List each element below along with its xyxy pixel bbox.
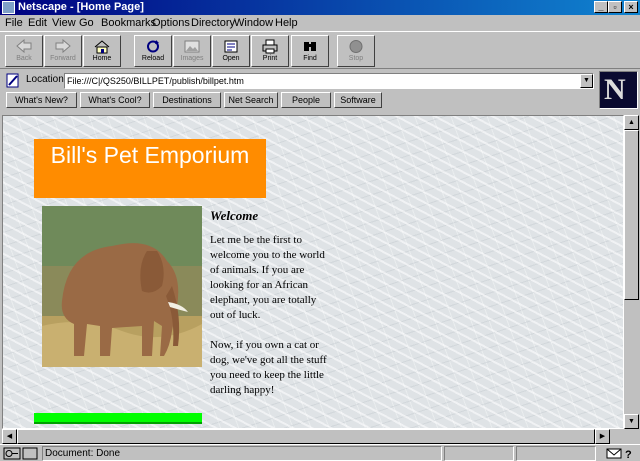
reload-icon xyxy=(147,40,159,53)
open-button[interactable]: Open xyxy=(212,35,250,67)
menu-window[interactable]: Window xyxy=(234,16,273,30)
page-content: Bill's Pet Emporium Welcome Let me be th… xyxy=(2,115,624,429)
menu-options[interactable]: Options xyxy=(152,16,190,30)
intro-paragraph: Let me be the first to welcome you to th… xyxy=(210,234,325,321)
title-bar: Netscape - [Home Page] _ ▫ × xyxy=(0,0,640,15)
menu-bookmarks[interactable]: Bookmarks xyxy=(101,16,156,30)
scroll-down-arrow-icon[interactable]: ▼ xyxy=(624,414,639,429)
status-text: Document: Done xyxy=(45,448,121,459)
binoculars-icon xyxy=(304,42,316,51)
back-arrow-icon xyxy=(16,39,32,54)
minimize-button[interactable]: _ xyxy=(594,1,608,13)
open-icon xyxy=(224,40,238,53)
navigation-toolbar: Back Forward Home Reload Images Open Pri… xyxy=(0,31,640,69)
stop-icon xyxy=(349,40,363,53)
net-search-button[interactable]: Net Search xyxy=(224,92,278,108)
images-button[interactable]: Images xyxy=(173,35,211,67)
vertical-scroll-thumb[interactable] xyxy=(624,130,639,300)
horizontal-scrollbar[interactable]: ◀ ▶ xyxy=(2,429,624,444)
window-title: Netscape - [Home Page] xyxy=(18,1,144,13)
images-icon xyxy=(184,40,200,53)
menu-help[interactable]: Help xyxy=(275,16,298,30)
whats-new-button[interactable]: What's New? xyxy=(6,92,77,108)
location-url: File:///C|/QS250/BILLPET/publish/billpet… xyxy=(67,76,244,86)
netscape-n-icon: N xyxy=(604,73,626,106)
location-input[interactable]: File:///C|/QS250/BILLPET/publish/billpet… xyxy=(64,73,594,89)
find-button[interactable]: Find xyxy=(291,35,329,67)
horizontal-scroll-thumb[interactable] xyxy=(17,429,595,444)
close-button[interactable]: × xyxy=(624,1,638,13)
location-bar: Location: File:///C|/QS250/BILLPET/publi… xyxy=(0,71,598,91)
directory-buttons-bar: What's New? What's Cool? Destinations Ne… xyxy=(0,91,598,109)
vertical-scrollbar[interactable]: ▲ ▼ xyxy=(624,115,639,429)
status-bar: Document: Done ? xyxy=(0,444,640,461)
maximize-button[interactable]: ▫ xyxy=(608,1,622,13)
destinations-button[interactable]: Destinations xyxy=(153,92,221,108)
print-button[interactable]: Print xyxy=(251,35,289,67)
menu-edit[interactable]: Edit xyxy=(28,16,47,30)
progress-panel xyxy=(444,446,514,461)
home-icon xyxy=(94,40,110,54)
whats-cool-button[interactable]: What's Cool? xyxy=(80,92,150,108)
security-key-icon[interactable] xyxy=(3,447,39,460)
elephant-photo xyxy=(42,206,202,367)
forward-arrow-icon xyxy=(55,39,71,54)
cat-dog-paragraph: Now, if you own a cat or dog, we've got … xyxy=(210,339,327,396)
mail-icon[interactable]: ? xyxy=(606,447,636,460)
netscape-app-icon[interactable] xyxy=(2,1,15,14)
svg-text:?: ? xyxy=(625,449,632,460)
menu-file[interactable]: File xyxy=(5,16,23,30)
people-button[interactable]: People xyxy=(281,92,331,108)
menu-bar: File Edit View Go Bookmarks Options Dire… xyxy=(0,15,640,31)
scroll-up-arrow-icon[interactable]: ▲ xyxy=(624,115,639,130)
store-banner: Bill's Pet Emporium xyxy=(34,139,266,198)
software-button[interactable]: Software xyxy=(334,92,382,108)
scroll-right-arrow-icon[interactable]: ▶ xyxy=(595,429,610,444)
status-panel-empty xyxy=(516,446,596,461)
home-button[interactable]: Home xyxy=(83,35,121,67)
menu-directory[interactable]: Directory xyxy=(191,16,235,30)
menu-view[interactable]: View xyxy=(52,16,76,30)
location-label: Location: xyxy=(26,74,67,85)
forward-button[interactable]: Forward xyxy=(44,35,82,67)
location-dropdown-arrow-icon[interactable]: ▼ xyxy=(580,74,593,88)
scroll-left-arrow-icon[interactable]: ◀ xyxy=(2,429,17,444)
back-button[interactable]: Back xyxy=(5,35,43,67)
bookmark-quickfile-icon[interactable] xyxy=(6,73,20,88)
printer-icon xyxy=(262,39,278,54)
netscape-logo[interactable]: N xyxy=(599,71,638,109)
menu-go[interactable]: Go xyxy=(79,16,94,30)
green-divider-bar xyxy=(34,413,202,424)
stop-button[interactable]: Stop xyxy=(337,35,375,67)
welcome-heading: Welcome xyxy=(210,208,259,223)
reload-button[interactable]: Reload xyxy=(134,35,172,67)
